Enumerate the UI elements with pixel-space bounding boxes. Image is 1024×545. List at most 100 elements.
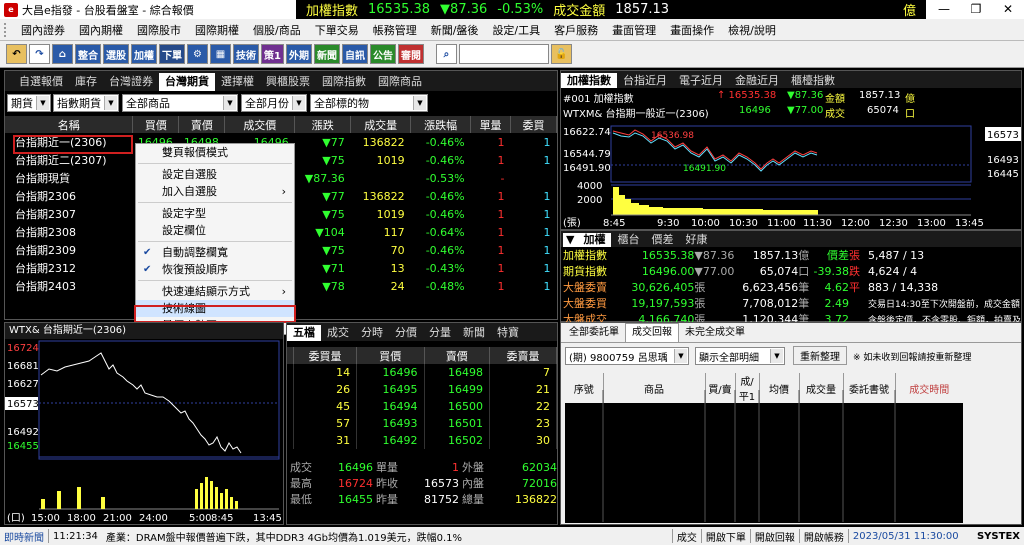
home-icon[interactable]: ⌂ [52,44,73,64]
menu-item[interactable]: 國內證券 [14,22,72,38]
toolbar-button[interactable]: 下單 [159,44,185,64]
status-trade[interactable]: 成交 [673,529,701,544]
tab-open-orders[interactable]: 未完全成交單 [679,324,751,342]
context-menu-item-technical-chart[interactable]: 技術線圖 [136,300,294,317]
column-header[interactable]: 委買 [510,116,557,133]
menu-item[interactable]: 下單交易 [308,22,366,38]
toolbar-button[interactable]: 外期 [285,44,312,64]
refresh-button[interactable]: 重新整理 [793,346,847,365]
context-menu-item[interactable]: 設定自選股 [136,166,294,183]
menu-item[interactable]: 國際股市 [130,22,188,38]
tab-options[interactable]: 選擇權 [215,73,260,91]
tab-stats-otc[interactable]: 櫃台 [611,233,645,247]
open-account-link[interactable]: 開啟帳務 [800,529,848,544]
tab-taiex[interactable]: 加權指數 [561,73,617,88]
column-header[interactable]: 漲跌幅 [410,116,472,133]
menu-item[interactable]: 設定/工具 [485,22,547,38]
grid-icon[interactable]: ▦ [210,44,231,64]
column-header[interactable]: 買價 [132,116,180,133]
toolbar-button[interactable]: 加權 [131,44,157,64]
tab-all-orders[interactable]: 全部委託單 [563,324,625,342]
tab-emerging[interactable]: 興櫃股票 [260,73,316,91]
menu-item[interactable]: 帳務管理 [366,22,424,38]
toolbar-button[interactable]: 選股 [103,44,129,64]
tab-fill-report[interactable]: 成交回報 [625,323,679,342]
menu-item[interactable]: 國際期權 [188,22,246,38]
lock-icon[interactable]: 🔓 [550,44,572,64]
tab-otc-index[interactable]: 櫃檯指數 [785,73,841,88]
search-input[interactable] [458,44,549,64]
context-menu-item[interactable]: 設定字型 [136,205,294,222]
toolbar-button[interactable]: 整合 [75,44,101,64]
context-menu-item[interactable]: 自動調整欄寬 [136,244,294,261]
toolbar-button[interactable]: 新聞 [313,44,340,64]
tab-te-near[interactable]: 電子近月 [673,73,729,88]
tab-five-levels[interactable]: 五檔 [287,325,321,341]
toolbar-button[interactable]: 審閱 [397,44,424,64]
menu-item[interactable]: 檢視/說明 [721,22,783,38]
context-menu-item[interactable]: 設定欄位 [136,222,294,239]
news-ticker[interactable]: 產業：DRAM盤中報價普遍下跌，其中DDR3 4Gb均價為1.019美元，跌幅0… [102,529,672,544]
column-header[interactable]: 賣價 [178,116,226,133]
tab-stats-taiex[interactable]: 加權 [577,233,612,247]
tab-tx-near[interactable]: 台指近月 [617,73,673,88]
toolbar-button[interactable]: 策1 [261,44,284,64]
filter-type-select[interactable]: 期貨 ▼ [7,94,51,112]
undo-icon[interactable]: ↶ [6,44,27,64]
menu-item[interactable]: 國內期權 [72,22,130,38]
context-menu-item[interactable]: 雙頁報價模式 [136,144,294,161]
tab-by-volume[interactable]: 分量 [423,325,457,341]
order-book-row[interactable]: 45 16494 16500 22 [287,398,557,415]
open-order-link[interactable]: 開啟下單 [702,529,750,544]
tab-stats-promo[interactable]: 好康 [679,233,713,247]
news-label[interactable]: 即時新聞 [0,529,48,544]
open-report-link[interactable]: 開啟回報 [751,529,799,544]
maximize-button[interactable]: ❐ [960,0,992,19]
context-menu-item[interactable]: 快速連結顯示方式 [136,283,294,300]
context-menu-item[interactable]: 恢復預設順序 [136,261,294,278]
column-header[interactable]: 單量 [470,116,512,133]
menu-item[interactable]: 畫面管理 [605,22,663,38]
tab-inventory[interactable]: 庫存 [69,73,103,91]
filter-product-select[interactable]: 全部商品 ▼ [122,94,238,112]
filter-month-select[interactable]: 全部月份 ▼ [241,94,307,112]
column-header[interactable]: 成交量 [350,116,412,133]
order-book-row[interactable]: 14 16496 16498 7 [287,364,557,381]
tab-news[interactable]: 新聞 [457,325,491,341]
tab-special[interactable]: 特寶 [491,325,525,341]
menu-item[interactable]: 客戶服務 [547,22,605,38]
tab-by-time[interactable]: 分時 [355,325,389,341]
minimize-button[interactable]: — [928,0,960,19]
order-book-row[interactable]: 26 16495 16499 21 [287,381,557,398]
order-book-row[interactable]: 31 16492 16502 30 [287,432,557,449]
filter-category-select[interactable]: 指數期貨 ▼ [53,94,119,112]
tab-stats-spread[interactable]: 價差 [645,233,679,247]
menu-item[interactable]: 個股/商品 [246,22,308,38]
tab-intl-index[interactable]: 國際指數 [316,73,372,91]
menu-item[interactable]: 畫面操作 [663,22,721,38]
order-book-row[interactable]: 57 16493 16501 23 [287,415,557,432]
toolbar-button[interactable]: 公告 [369,44,396,64]
account-select[interactable]: (期) 9800759 呂思瑀 ▼ [565,347,689,365]
context-menu-item[interactable]: 加入自選股 [136,183,294,200]
settings-gear-icon[interactable]: ⚙ [187,44,208,64]
detail-filter-select[interactable]: 顯示全部明細 ▼ [695,347,785,365]
tab-intl-commodity[interactable]: 國際商品 [372,73,428,91]
tab-tf-near[interactable]: 金融近月 [729,73,785,88]
collapse-icon[interactable]: ▼ [563,233,578,247]
tab-trades[interactable]: 成交 [321,325,355,341]
search-icon[interactable]: ⌕ [435,44,457,64]
redo-icon[interactable]: ↷ [29,44,50,64]
column-header[interactable]: 名稱 [5,116,134,133]
tab-by-price[interactable]: 分價 [389,325,423,341]
menu-item[interactable]: 新聞/盤後 [424,22,486,38]
filter-underlying-select[interactable]: 全部標的物 ▼ [310,94,428,112]
column-header[interactable]: 成交價 [224,116,296,133]
tab-tw-stock[interactable]: 台灣證券 [103,73,159,91]
toolbar-button[interactable]: 技術 [233,44,259,64]
toolbar-button[interactable]: 自訊 [341,44,368,64]
tab-watchlist[interactable]: 自選報價 [13,73,69,91]
close-button[interactable]: ✕ [992,0,1024,19]
column-header[interactable]: 漲跌 [294,116,352,133]
tab-tw-futures[interactable]: 台灣期貨 [159,73,215,91]
